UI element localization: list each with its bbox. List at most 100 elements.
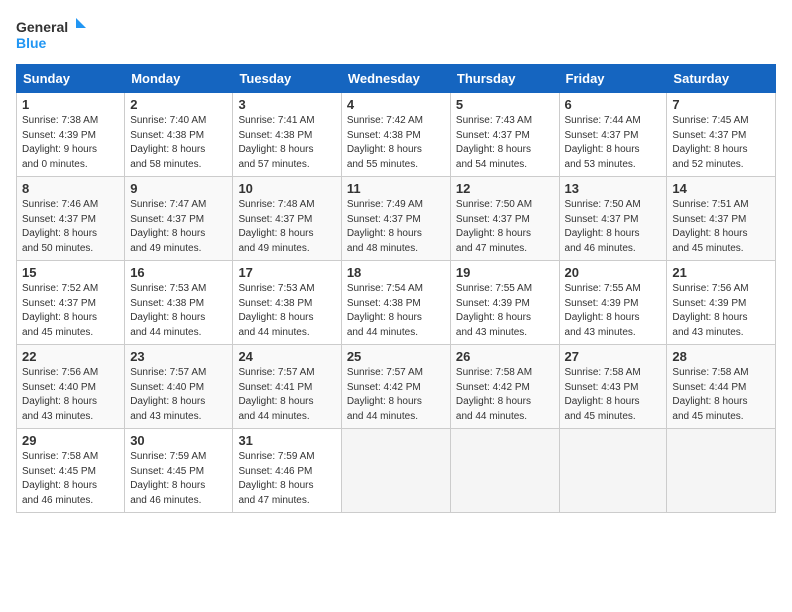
calendar-day-cell (559, 429, 667, 513)
calendar-day-cell: 4 Sunrise: 7:42 AM Sunset: 4:38 PM Daylig… (341, 93, 450, 177)
day-number: 21 (672, 265, 770, 280)
day-number: 26 (456, 349, 554, 364)
day-number: 20 (565, 265, 662, 280)
calendar-day-cell: 19Sunrise: 7:55 AM Sunset: 4:39 PM Dayli… (450, 261, 559, 345)
calendar-day-cell: 22 Sunrise: 7:56 AM Sunset: 4:40 PM Dayli… (17, 345, 125, 429)
day-info: Sunrise: 7:58 AM Sunset: 4:43 PM Dayligh… (565, 366, 662, 424)
day-info: Sunrise: 7:53 AM Sunset: 4:38 PM Dayligh… (238, 282, 335, 340)
calendar-day-cell: 9 Sunrise: 7:47 AM Sunset: 4:37 PM Daylig… (125, 177, 233, 261)
day-number: 13 (565, 181, 662, 196)
weekday-header: Monday (125, 65, 233, 93)
svg-text:Blue: Blue (16, 35, 47, 51)
day-info: Sunrise: 7:57 AM Sunset: 4:41 PM Dayligh… (238, 366, 335, 424)
day-info: Sunrise: 7:57 AM Sunset: 4:40 PM Dayligh… (130, 366, 227, 424)
day-number: 7 (672, 97, 770, 112)
day-number: 8 (22, 181, 119, 196)
day-number: 10 (238, 181, 335, 196)
day-number: 3 (238, 97, 335, 112)
day-number: 17 (238, 265, 335, 280)
day-number: 18 (347, 265, 445, 280)
calendar-day-cell: 17 Sunrise: 7:53 AM Sunset: 4:38 PM Dayli… (233, 261, 341, 345)
day-number: 4 (347, 97, 445, 112)
calendar-day-cell: 21 Sunrise: 7:56 AM Sunset: 4:39 PM Dayli… (667, 261, 776, 345)
calendar-table: SundayMondayTuesdayWednesdayThursdayFrid… (16, 64, 776, 513)
calendar-day-cell: 16 Sunrise: 7:53 AM Sunset: 4:38 PM Dayli… (125, 261, 233, 345)
calendar-day-cell: 27 Sunrise: 7:58 AM Sunset: 4:43 PM Dayli… (559, 345, 667, 429)
calendar-day-cell (667, 429, 776, 513)
day-info: Sunrise: 7:51 AM Sunset: 4:37 PM Dayligh… (672, 198, 770, 256)
calendar-week-row: 8 Sunrise: 7:46 AM Sunset: 4:37 PM Daylig… (17, 177, 776, 261)
calendar-week-row: 29Sunrise: 7:58 AM Sunset: 4:45 PM Dayli… (17, 429, 776, 513)
day-number: 12 (456, 181, 554, 196)
calendar-day-cell: 1Sunrise: 7:38 AM Sunset: 4:39 PM Daylig… (17, 93, 125, 177)
day-info: Sunrise: 7:46 AM Sunset: 4:37 PM Dayligh… (22, 198, 119, 256)
day-number: 5 (456, 97, 554, 112)
day-number: 23 (130, 349, 227, 364)
calendar-day-cell: 20 Sunrise: 7:55 AM Sunset: 4:39 PM Dayli… (559, 261, 667, 345)
calendar-day-cell: 13Sunrise: 7:50 AM Sunset: 4:37 PM Dayli… (559, 177, 667, 261)
calendar-day-cell: 8 Sunrise: 7:46 AM Sunset: 4:37 PM Daylig… (17, 177, 125, 261)
weekday-header: Saturday (667, 65, 776, 93)
logo: General Blue (16, 16, 86, 56)
day-info: Sunrise: 7:48 AM Sunset: 4:37 PM Dayligh… (238, 198, 335, 256)
day-info: Sunrise: 7:41 AM Sunset: 4:38 PM Dayligh… (238, 114, 335, 172)
day-info: Sunrise: 7:47 AM Sunset: 4:37 PM Dayligh… (130, 198, 227, 256)
calendar-day-cell: 12 Sunrise: 7:50 AM Sunset: 4:37 PM Dayli… (450, 177, 559, 261)
page-header: General Blue (16, 16, 776, 56)
calendar-day-cell: 28 Sunrise: 7:58 AM Sunset: 4:44 PM Dayli… (667, 345, 776, 429)
day-number: 22 (22, 349, 119, 364)
day-info: Sunrise: 7:55 AM Sunset: 4:39 PM Dayligh… (565, 282, 662, 340)
day-info: Sunrise: 7:58 AM Sunset: 4:44 PM Dayligh… (672, 366, 770, 424)
calendar-day-cell: 2Sunrise: 7:40 AM Sunset: 4:38 PM Daylig… (125, 93, 233, 177)
weekday-header: Thursday (450, 65, 559, 93)
weekday-header: Sunday (17, 65, 125, 93)
calendar-day-cell: 3 Sunrise: 7:41 AM Sunset: 4:38 PM Daylig… (233, 93, 341, 177)
day-number: 16 (130, 265, 227, 280)
weekday-header: Friday (559, 65, 667, 93)
calendar-day-cell: 25Sunrise: 7:57 AM Sunset: 4:42 PM Dayli… (341, 345, 450, 429)
calendar-day-cell (341, 429, 450, 513)
day-number: 27 (565, 349, 662, 364)
calendar-day-cell: 29Sunrise: 7:58 AM Sunset: 4:45 PM Dayli… (17, 429, 125, 513)
calendar-day-cell: 31 Sunrise: 7:59 AM Sunset: 4:46 PM Dayli… (233, 429, 341, 513)
day-number: 14 (672, 181, 770, 196)
calendar-week-row: 1Sunrise: 7:38 AM Sunset: 4:39 PM Daylig… (17, 93, 776, 177)
weekday-header: Wednesday (341, 65, 450, 93)
calendar-header-row: SundayMondayTuesdayWednesdayThursdayFrid… (17, 65, 776, 93)
day-number: 15 (22, 265, 119, 280)
day-number: 6 (565, 97, 662, 112)
calendar-day-cell: 24 Sunrise: 7:57 AM Sunset: 4:41 PM Dayli… (233, 345, 341, 429)
day-info: Sunrise: 7:56 AM Sunset: 4:40 PM Dayligh… (22, 366, 119, 424)
day-info: Sunrise: 7:49 AM Sunset: 4:37 PM Dayligh… (347, 198, 445, 256)
calendar-day-cell: 6 Sunrise: 7:44 AM Sunset: 4:37 PM Daylig… (559, 93, 667, 177)
day-info: Sunrise: 7:42 AM Sunset: 4:38 PM Dayligh… (347, 114, 445, 172)
day-info: Sunrise: 7:40 AM Sunset: 4:38 PM Dayligh… (130, 114, 227, 172)
calendar-day-cell: 11Sunrise: 7:49 AM Sunset: 4:37 PM Dayli… (341, 177, 450, 261)
day-info: Sunrise: 7:58 AM Sunset: 4:42 PM Dayligh… (456, 366, 554, 424)
day-number: 24 (238, 349, 335, 364)
day-number: 25 (347, 349, 445, 364)
day-number: 28 (672, 349, 770, 364)
day-info: Sunrise: 7:44 AM Sunset: 4:37 PM Dayligh… (565, 114, 662, 172)
day-info: Sunrise: 7:54 AM Sunset: 4:38 PM Dayligh… (347, 282, 445, 340)
calendar-day-cell: 15 Sunrise: 7:52 AM Sunset: 4:37 PM Dayli… (17, 261, 125, 345)
calendar-day-cell: 10 Sunrise: 7:48 AM Sunset: 4:37 PM Dayli… (233, 177, 341, 261)
weekday-header: Tuesday (233, 65, 341, 93)
day-info: Sunrise: 7:56 AM Sunset: 4:39 PM Dayligh… (672, 282, 770, 340)
day-info: Sunrise: 7:53 AM Sunset: 4:38 PM Dayligh… (130, 282, 227, 340)
day-info: Sunrise: 7:59 AM Sunset: 4:46 PM Dayligh… (238, 450, 335, 508)
day-info: Sunrise: 7:52 AM Sunset: 4:37 PM Dayligh… (22, 282, 119, 340)
calendar-week-row: 15 Sunrise: 7:52 AM Sunset: 4:37 PM Dayli… (17, 261, 776, 345)
calendar-day-cell: 18 Sunrise: 7:54 AM Sunset: 4:38 PM Dayli… (341, 261, 450, 345)
calendar-day-cell: 30Sunrise: 7:59 AM Sunset: 4:45 PM Dayli… (125, 429, 233, 513)
calendar-day-cell: 7Sunrise: 7:45 AM Sunset: 4:37 PM Daylig… (667, 93, 776, 177)
day-info: Sunrise: 7:55 AM Sunset: 4:39 PM Dayligh… (456, 282, 554, 340)
day-info: Sunrise: 7:50 AM Sunset: 4:37 PM Dayligh… (456, 198, 554, 256)
calendar-day-cell (450, 429, 559, 513)
day-number: 31 (238, 433, 335, 448)
day-info: Sunrise: 7:58 AM Sunset: 4:45 PM Dayligh… (22, 450, 119, 508)
day-number: 9 (130, 181, 227, 196)
day-info: Sunrise: 7:59 AM Sunset: 4:45 PM Dayligh… (130, 450, 227, 508)
calendar-week-row: 22 Sunrise: 7:56 AM Sunset: 4:40 PM Dayli… (17, 345, 776, 429)
calendar-day-cell: 14 Sunrise: 7:51 AM Sunset: 4:37 PM Dayli… (667, 177, 776, 261)
